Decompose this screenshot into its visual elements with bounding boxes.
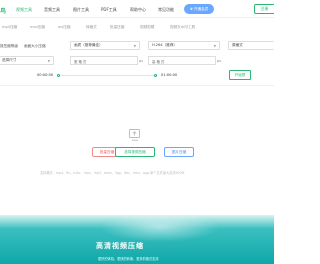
tab-mov[interactable]: mov压缩 bbox=[30, 25, 45, 30]
format-select[interactable]: 原格式 bbox=[228, 41, 274, 50]
chevron-down-icon: ▼ bbox=[47, 59, 50, 63]
timeline-track[interactable] bbox=[58, 75, 156, 76]
image-compress-button[interactable]: 图片压缩 bbox=[164, 147, 194, 157]
preview-button[interactable]: 开始预 bbox=[229, 70, 251, 80]
chevron-down-icon: ▼ bbox=[133, 44, 136, 48]
banner-glow bbox=[100, 212, 220, 242]
height-unit: px bbox=[217, 59, 222, 63]
nav-common-features[interactable]: 常见功能 bbox=[158, 7, 174, 13]
crown-icon: ♛ bbox=[189, 7, 193, 11]
banner-title: 高清视频压缩 bbox=[96, 242, 144, 250]
compress-mode-option[interactable]: 画面大小压缩 bbox=[24, 44, 46, 49]
login-button[interactable]: 注册 bbox=[254, 4, 274, 14]
codec-select[interactable]: H.264（推荐） ▼ bbox=[148, 41, 220, 50]
timeline-start-handle[interactable] bbox=[57, 74, 60, 77]
resolution-select[interactable]: 选择尺寸 ▼ bbox=[0, 56, 54, 65]
width-unit: px bbox=[139, 59, 144, 63]
timeline-end-handle[interactable] bbox=[154, 74, 157, 77]
chevron-down-icon: ▼ bbox=[213, 44, 216, 48]
format-value: 原格式 bbox=[232, 43, 243, 47]
end-time: 01:00:00 bbox=[161, 73, 178, 77]
upload-icon bbox=[129, 129, 140, 141]
width-label: 宽 格 式 bbox=[74, 60, 87, 64]
tab-edit[interactable]: 视频剪辑 bbox=[140, 25, 154, 30]
banner-subtitle: 更好的体验，更快的转换，更多的格式支持 bbox=[98, 257, 159, 261]
tab-avi[interactable]: avi压缩 bbox=[58, 25, 71, 30]
quality-value: 画质（推荐最佳） bbox=[74, 43, 103, 47]
tab-watermark[interactable]: 视频去水印工具 bbox=[170, 25, 195, 30]
nav-video-tools[interactable]: 视频工具 bbox=[16, 7, 32, 13]
nav-help-center[interactable]: 帮助中心 bbox=[130, 7, 146, 13]
vip-button[interactable]: ♛ 开通会员 bbox=[184, 4, 214, 14]
select-video-button[interactable]: 选择视频压缩 bbox=[115, 147, 155, 157]
tab-mp4[interactable]: mp4压缩 bbox=[2, 25, 17, 30]
logo[interactable]: 鸟 bbox=[0, 6, 6, 15]
header-divider bbox=[0, 17, 274, 18]
quality-select[interactable]: 画质（推荐最佳） ▼ bbox=[70, 41, 140, 50]
resolution-value: 选择尺寸 bbox=[2, 58, 17, 62]
codec-value: H.264（推荐） bbox=[152, 43, 178, 47]
vip-label: 开通会员 bbox=[193, 6, 209, 11]
height-label: 高 格 式 bbox=[152, 60, 165, 64]
compress-mode-label: 按压缩等级 bbox=[0, 44, 18, 48]
supported-formats: 支持格式：mp4、flv、m4v、mov、mp3、wmv、3gp、flac、mk… bbox=[40, 171, 185, 175]
nav-audio-tools[interactable]: 音频工具 bbox=[44, 7, 60, 13]
settings-divider bbox=[0, 85, 274, 86]
tab-batch[interactable]: 批量压缩 bbox=[110, 25, 124, 30]
nav-image-tools[interactable]: 图片工具 bbox=[73, 7, 89, 13]
start-time: 00:00:00 bbox=[37, 73, 54, 77]
tab-convert[interactable]: 转格式 bbox=[86, 25, 97, 30]
nav-pdf-tools[interactable]: PDF工具 bbox=[101, 7, 117, 13]
